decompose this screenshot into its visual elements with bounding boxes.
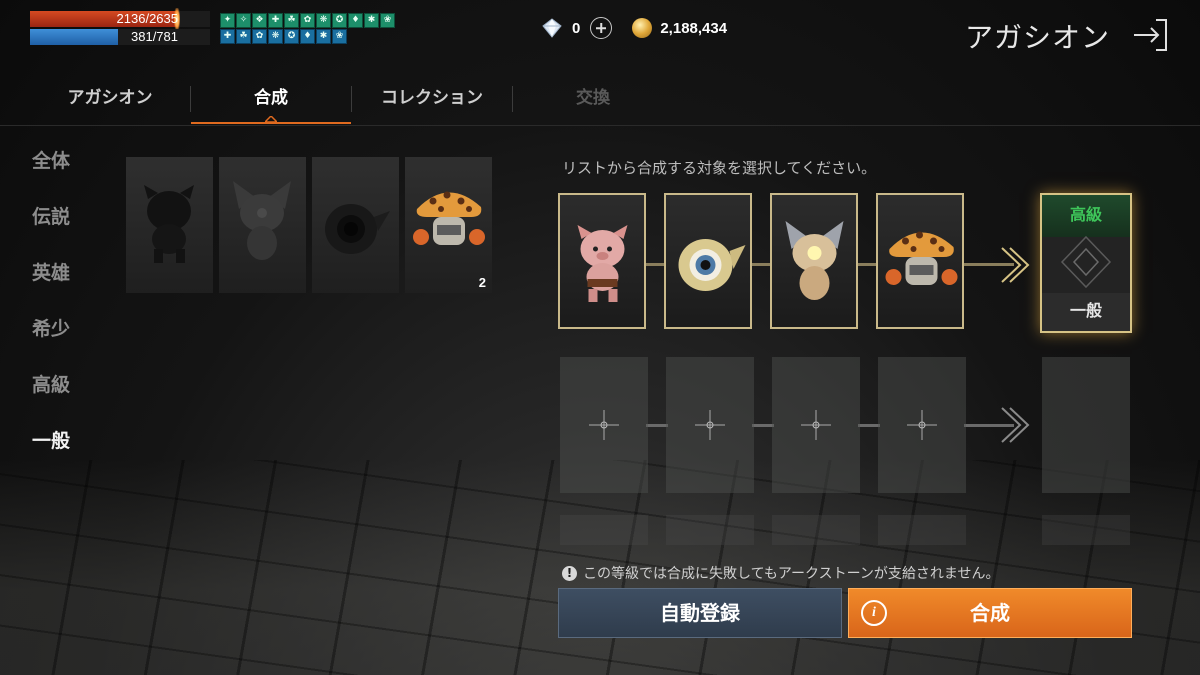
empty-result-slot [1042,357,1130,493]
buff-icon[interactable]: ♦ [348,13,363,28]
warning-icon: ! [562,565,577,581]
agathion-inventory: 2 [126,157,492,293]
mp-fill [30,29,119,45]
empty-slot[interactable] [772,357,860,493]
slot-connector [858,424,880,427]
mp-value: 381/781 [131,29,178,44]
buff-icon[interactable]: ♦ [300,29,315,44]
synthesis-slot-2[interactable] [664,193,752,329]
buff-icon[interactable]: ✱ [316,29,331,44]
filter-all[interactable]: 全体 [32,146,70,202]
slot-connector [752,424,774,427]
tab-collection[interactable]: コレクション [352,78,512,124]
mushroom-agathion-icon [885,231,958,285]
synthesize-button[interactable]: i 合成 [848,588,1132,638]
empty-slot[interactable] [560,515,648,545]
empty-slot[interactable] [666,357,754,493]
mushroom-agathion-icon [413,191,485,245]
buff-icon[interactable]: ✪ [284,29,299,44]
buff-icon[interactable]: ✿ [300,13,315,28]
eyeball-agathion-icon [678,239,746,291]
crosshair-icon [695,410,725,440]
buff-icon[interactable]: ❖ [252,13,267,28]
result-grade-bottom: 一般 [1042,293,1130,331]
synthesis-slot-1[interactable] [558,193,646,329]
filter-rare[interactable]: 希少 [32,314,70,370]
buff-icon[interactable]: ✧ [236,13,251,28]
filter-legend[interactable]: 伝説 [32,202,70,258]
empty-slot[interactable] [878,357,966,493]
inventory-card-pig[interactable] [126,157,213,293]
crosshair-icon [801,410,831,440]
cat-agathion-icon [233,181,291,260]
synthesis-arrow-icon [1001,407,1030,443]
filter-hero[interactable]: 英雄 [32,258,70,314]
exit-icon[interactable] [1132,16,1170,54]
buff-icons[interactable]: ✦ ✧ ❖ ✚ ☘ ✿ ❋ ✪ ♦ ✱ ❀ ✚ ☘ ✿ ❋ ✪ ♦ ✱ ❀ [220,13,395,44]
cat-agathion-icon [785,221,844,300]
pig-agathion-icon [577,225,628,302]
result-diamond-icon [1060,235,1112,289]
synthesis-warning: ! この等級では合成に失敗してもアークストーンが支給されません。 [562,563,1000,583]
status-bars: 2136/2635 381/781 [30,8,210,47]
synthesis-hint: リストから合成する対象を選択してください。 [562,159,877,177]
add-diamond-button[interactable] [590,17,613,39]
buff-icon[interactable]: ✦ [220,13,235,28]
hp-bar: 2136/2635 [30,8,210,30]
tab-agathion[interactable]: アガシオン [30,78,190,124]
warning-text: この等級では合成に失敗してもアークストーンが支給されません。 [583,566,1000,582]
gold-coin-icon [632,18,653,38]
empty-slot[interactable] [666,515,754,545]
buff-icon[interactable]: ☘ [284,13,299,28]
synthesis-arrow-icon [1001,247,1030,283]
gold-amount: 2,188,434 [660,19,728,37]
synthesize-button-label: 合成 [970,601,1010,625]
hp-value: 2136/2635 [116,11,178,26]
pig-agathion-icon [144,185,194,263]
buff-icon[interactable]: ❀ [380,13,395,28]
inventory-card-cat[interactable] [219,157,306,293]
buff-icon[interactable]: ☘ [236,29,251,44]
synthesis-slot-3[interactable] [770,193,858,329]
crosshair-icon [589,410,619,440]
active-tab-caret-icon [265,116,277,122]
buff-icon[interactable]: ✱ [364,13,379,28]
filter-advanced[interactable]: 高級 [32,370,70,426]
buff-icon[interactable]: ✪ [332,13,347,28]
diamond-amount: 0 [572,19,581,37]
synthesis-slot-4[interactable] [876,193,964,329]
tab-exchange[interactable]: 交換 [513,78,673,124]
page-title: アガシオン [965,21,1111,54]
crosshair-icon [907,410,937,440]
result-grade-top: 高級 [1042,195,1130,237]
auto-register-button[interactable]: 自動登録 [558,588,842,638]
empty-result-slot [1042,515,1130,545]
currency-bar: 0 2,188,434 [540,14,727,42]
buff-icon[interactable]: ✚ [220,29,235,44]
empty-slot[interactable] [878,515,966,545]
inventory-card-mushroom[interactable]: 2 [405,157,492,293]
synthesis-result-card: 高級 一般 [1040,193,1132,333]
empty-slot[interactable] [772,515,860,545]
empty-slot[interactable] [560,357,648,493]
buff-icon[interactable]: ❋ [316,13,331,28]
mp-bar: 381/781 [30,29,210,45]
eyeball-agathion-icon [325,204,390,254]
inventory-count: 2 [478,275,486,290]
diamond-icon [542,18,562,38]
tab-underline-divider [0,125,1200,126]
buff-icon[interactable]: ✿ [252,29,267,44]
tab-synthesis-label: 合成 [254,88,288,108]
buff-icon[interactable]: ✚ [268,13,283,28]
filter-common[interactable]: 一般 [32,426,70,482]
tab-bar: アガシオン 合成 コレクション 交換 [30,78,673,126]
tab-synthesis[interactable]: 合成 [191,78,351,124]
info-icon[interactable]: i [861,600,887,626]
inventory-card-eyeball[interactable] [312,157,399,293]
buff-icon[interactable]: ❀ [332,29,347,44]
grade-filter-list: 全体 伝説 英雄 希少 高級 一般 [32,146,70,482]
slot-connector [646,424,668,427]
buff-icon[interactable]: ❋ [268,29,283,44]
